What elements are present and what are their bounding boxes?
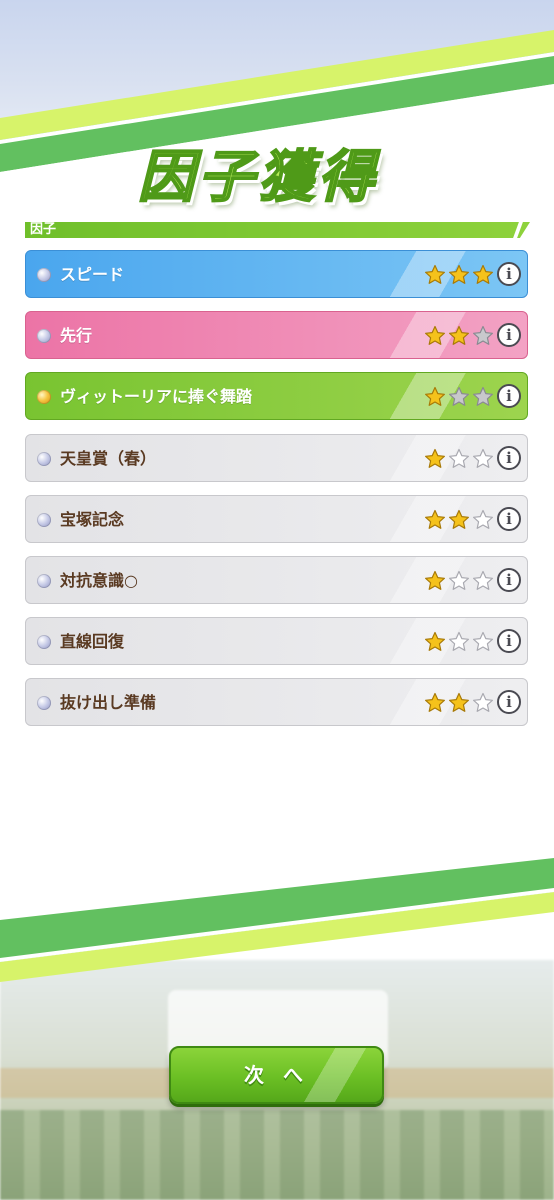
bottom-stripes xyxy=(0,850,554,982)
silver-gem-icon xyxy=(37,635,51,649)
star-empty-icon xyxy=(473,325,493,345)
star-filled-icon xyxy=(425,325,445,345)
factor-name: 直線回復 xyxy=(60,632,125,651)
star-filled-icon xyxy=(425,264,445,284)
star-empty-icon xyxy=(473,509,493,529)
silver-gem-icon xyxy=(37,268,51,282)
factor-row[interactable]: 直線回復 i xyxy=(25,617,528,665)
star-filled-icon xyxy=(425,386,445,406)
factor-name: 宝塚記念 xyxy=(60,510,125,529)
star-rating xyxy=(424,509,494,531)
star-rating xyxy=(424,325,494,347)
star-empty-icon xyxy=(473,386,493,406)
factor-name: ヴィットーリアに捧ぐ舞踏 xyxy=(60,387,253,406)
factor-row[interactable]: 先行 i xyxy=(25,311,528,359)
star-rating xyxy=(424,448,494,470)
info-icon[interactable]: i xyxy=(497,262,521,286)
star-filled-icon xyxy=(449,264,469,284)
star-empty-icon xyxy=(449,386,469,406)
star-filled-icon xyxy=(425,570,445,590)
section-label: 因子 xyxy=(30,222,57,237)
factor-row[interactable]: ヴィットーリアに捧ぐ舞踏 i xyxy=(25,372,528,420)
star-rating xyxy=(424,386,494,408)
info-icon[interactable]: i xyxy=(497,507,521,531)
factor-row[interactable]: 抜け出し準備 i xyxy=(25,678,528,726)
star-filled-icon xyxy=(449,692,469,712)
star-empty-icon xyxy=(473,692,493,712)
next-button[interactable]: 次 へ xyxy=(169,1046,384,1104)
factor-name: 対抗意識○ xyxy=(60,571,138,590)
silver-gem-icon xyxy=(37,696,51,710)
info-icon[interactable]: i xyxy=(497,384,521,408)
silver-gem-icon xyxy=(37,452,51,466)
blurred-crowd xyxy=(0,1110,554,1200)
star-empty-icon xyxy=(473,448,493,468)
star-rating xyxy=(424,692,494,714)
star-rating xyxy=(424,570,494,592)
star-filled-icon xyxy=(425,448,445,468)
star-filled-icon xyxy=(425,692,445,712)
factor-row[interactable]: 宝塚記念 i xyxy=(25,495,528,543)
factor-row[interactable]: スピード i xyxy=(25,250,528,298)
star-empty-icon xyxy=(449,448,469,468)
silver-gem-icon xyxy=(37,329,51,343)
star-filled-icon xyxy=(449,509,469,529)
star-empty-icon xyxy=(449,631,469,651)
factor-name: スピード xyxy=(60,265,125,284)
info-icon[interactable]: i xyxy=(497,690,521,714)
info-icon[interactable]: i xyxy=(497,446,521,470)
star-empty-icon xyxy=(473,570,493,590)
page-title: 因子獲得 xyxy=(137,144,378,211)
info-icon[interactable]: i xyxy=(497,629,521,653)
gold-gem-icon xyxy=(37,390,51,404)
info-icon[interactable]: i xyxy=(497,323,521,347)
star-empty-icon xyxy=(449,570,469,590)
section-bar-slash xyxy=(513,222,523,238)
star-filled-icon xyxy=(425,509,445,529)
factor-name: 天皇賞（春） xyxy=(60,449,157,468)
factor-name: 抜け出し準備 xyxy=(60,693,157,712)
factor-row[interactable]: 対抗意識○ i xyxy=(25,556,528,604)
next-button-label: 次 へ xyxy=(244,1063,309,1087)
factor-row[interactable]: 天皇賞（春） i xyxy=(25,434,528,482)
silver-gem-icon xyxy=(37,574,51,588)
section-header-bar xyxy=(25,222,530,238)
info-icon[interactable]: i xyxy=(497,568,521,592)
star-filled-icon xyxy=(449,325,469,345)
star-filled-icon xyxy=(473,264,493,284)
silver-gem-icon xyxy=(37,513,51,527)
star-empty-icon xyxy=(473,631,493,651)
star-filled-icon xyxy=(425,631,445,651)
star-rating xyxy=(424,264,494,286)
factor-name: 先行 xyxy=(60,326,93,345)
star-rating xyxy=(424,631,494,653)
